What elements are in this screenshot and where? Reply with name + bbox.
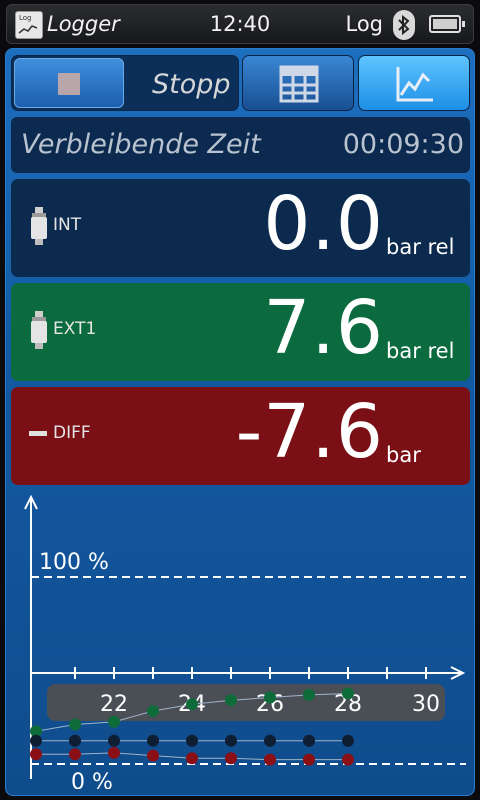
sensor-int-name: INT [53,215,82,235]
status-bar: Log Logger 12:40 Log [6,4,474,44]
series-point [264,753,276,766]
series-point [108,715,120,728]
sensor-diff-value: -7.6 [235,389,384,475]
series-point [303,734,315,747]
series-point [69,718,81,731]
remaining-time-label: Verbleibende Zeit [21,129,261,160]
x-tick-label: 30 [412,692,440,717]
table-view-button[interactable] [242,55,354,111]
sensor-diff-name: DIFF [53,423,91,443]
series-point [108,746,120,759]
stop-button[interactable] [14,58,124,108]
series-point [342,687,354,700]
series-point [30,734,42,747]
series-point [147,749,159,762]
stop-icon [58,73,80,95]
sensor-int-panel[interactable]: INT 0.0 bar rel [11,179,470,277]
bluetooth-icon[interactable] [393,10,415,40]
y-bottom-label: 0 % [71,770,113,789]
sensor-int-value: 0.0 [263,181,384,267]
series-point [186,752,198,765]
series-point [147,705,159,718]
sensor-diff-panel[interactable]: DIFF -7.6 bar [11,387,470,485]
series-point [186,698,198,711]
remaining-time-value: 00:09:30 [342,129,464,160]
sensor-diff-unit: bar [386,443,421,467]
series-point [225,694,237,707]
x-tick-label: 22 [100,692,128,717]
sensor-ext1-value: 7.6 [263,285,384,371]
series-point [186,734,198,747]
battery-icon [429,15,465,33]
main-panel: Stopp Verbleibende Zeit 00:09:30 INT 0.0… [5,48,475,796]
minus-icon [29,431,47,436]
series-point [264,691,276,704]
sensor-ext1-panel[interactable]: EXT1 7.6 bar rel [11,283,470,381]
table-icon [279,65,319,103]
series-point [225,734,237,747]
series-point [69,734,81,747]
series-point [303,688,315,701]
series-point [147,734,159,747]
stop-group: Stopp [11,55,239,111]
series-point [69,748,81,761]
series-point [342,753,354,766]
remaining-time-row: Verbleibende Zeit 00:09:30 [11,117,470,173]
sensor-icon [31,207,47,245]
y-top-label: 100 % [39,550,109,575]
sensor-ext1-name: EXT1 [53,319,97,339]
mode-label: Log [345,12,383,36]
series-point [108,734,120,747]
series-point [30,748,42,761]
sensor-ext1-unit: bar rel [386,339,455,363]
series-point [303,753,315,766]
series-point [342,734,354,747]
stop-label: Stopp [152,69,231,100]
chart-view-button[interactable] [358,55,470,111]
trend-chart[interactable]: 100 %22242628300 % [11,489,470,789]
sensor-icon [31,311,47,349]
toolbar: Stopp [11,55,470,111]
series-point [225,752,237,765]
series-point [264,734,276,747]
sensor-int-unit: bar rel [386,235,455,259]
chart-icon [396,67,433,102]
